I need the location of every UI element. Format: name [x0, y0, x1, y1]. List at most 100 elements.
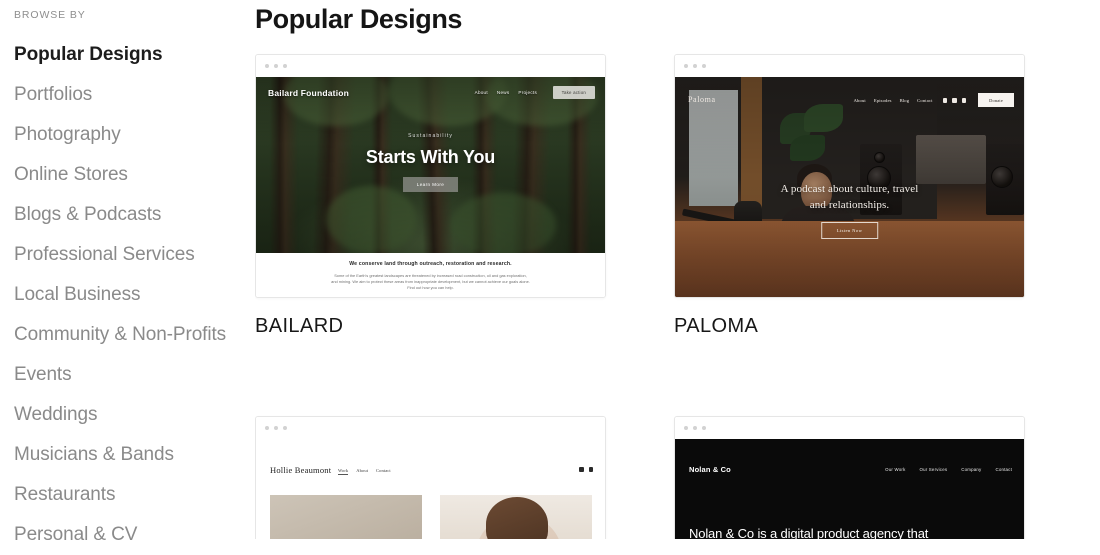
instagram-icon [943, 98, 948, 103]
grid-row-spacer [255, 338, 1025, 416]
bailard-logo: Bailard Foundation [268, 88, 349, 98]
template-card-nolan[interactable]: Nolan & Co Our Work Our Services Company… [674, 416, 1025, 539]
hollie-nav-item-contact: Contact [376, 468, 391, 475]
sidebar-item-restaurants[interactable]: Restaurants [0, 475, 255, 515]
template-card-bailard[interactable]: Bailard Foundation About News Projects T… [255, 54, 606, 298]
paloma-headline: A podcast about culture, travel and rela… [675, 181, 1024, 213]
chrome-dot-green-icon [283, 426, 287, 430]
nolan-hero: Nolan & Co Our Work Our Services Company… [675, 439, 1024, 539]
hollie-social-icons [579, 467, 593, 472]
bailard-subhead: We conserve land through outreach, resto… [256, 261, 605, 267]
nolan-nav-item-our-work: Our Work [885, 467, 905, 472]
paloma-headline-line2: and relationships. [675, 197, 1024, 213]
sidebar: BROWSE BY Popular Designs Portfolios Pho… [0, 0, 255, 539]
chrome-dot-red-icon [684, 426, 688, 430]
paloma-nav-item-blog: Blog [900, 98, 910, 103]
sidebar-item-weddings[interactable]: Weddings [0, 395, 255, 435]
bailard-nav-item-about: About [475, 90, 488, 95]
template-title-bailard: BAILARD [255, 314, 606, 338]
sidebar-item-personal-cv[interactable]: Personal & CV [0, 515, 255, 555]
hollie-model-hair [486, 497, 548, 539]
paloma-logo: Paloma [688, 95, 716, 104]
sidebar-item-events[interactable]: Events [0, 355, 255, 395]
template-browser-page: BROWSE BY Popular Designs Portfolios Pho… [0, 0, 1100, 539]
bailard-paragraph: Some of the Earth's greatest landscapes … [331, 273, 531, 292]
template-preview-paloma: Paloma About Episodes Blog Contact [675, 77, 1024, 298]
bailard-eyebrow: Sustainability [256, 133, 605, 139]
browser-chrome-bar [675, 417, 1024, 439]
chrome-dot-yellow-icon [693, 426, 697, 430]
bailard-learn-more-button: Learn More [403, 177, 459, 192]
chrome-dot-yellow-icon [693, 64, 697, 68]
paloma-donate-button: Donate [978, 93, 1014, 107]
sidebar-heading: BROWSE BY [0, 0, 255, 22]
nolan-headline-line1: Nolan & Co is a digital product agency t… [689, 524, 1009, 539]
nolan-nav-item-our-services: Our Services [919, 467, 947, 472]
template-preview-hollie: Hollie Beaumont Work About Contact [256, 439, 605, 539]
sidebar-item-community-non-profits[interactable]: Community & Non-Profits [0, 315, 255, 355]
nolan-nav-item-company: Company [961, 467, 981, 472]
bailard-cta-button: Take action [553, 86, 595, 99]
hollie-logo: Hollie Beaumont [270, 465, 331, 475]
sidebar-category-list: Popular Designs Portfolios Photography O… [0, 22, 255, 555]
sidebar-item-popular-designs[interactable]: Popular Designs [0, 35, 255, 75]
chrome-dot-red-icon [684, 64, 688, 68]
nolan-headline: Nolan & Co is a digital product agency t… [689, 524, 1009, 539]
template-preview-bailard: Bailard Foundation About News Projects T… [256, 77, 605, 298]
template-grid: Bailard Foundation About News Projects T… [255, 54, 1100, 539]
paloma-listen-now-button: Listen Now [821, 222, 879, 239]
template-cell-bailard: Bailard Foundation About News Projects T… [255, 54, 606, 338]
hollie-nav: Work About Contact [338, 468, 391, 475]
sidebar-item-local-business[interactable]: Local Business [0, 275, 255, 315]
hollie-image-left [270, 495, 422, 539]
chrome-dot-yellow-icon [274, 426, 278, 430]
hollie-nav-item-work: Work [338, 468, 348, 475]
paloma-hero-image: Paloma About Episodes Blog Contact [675, 77, 1024, 298]
browser-chrome-bar [675, 55, 1024, 77]
bailard-headline: Starts With You [256, 147, 605, 168]
hollie-nav-item-about: About [356, 468, 368, 475]
chrome-dot-green-icon [702, 426, 706, 430]
chrome-dot-green-icon [702, 64, 706, 68]
sidebar-item-online-stores[interactable]: Online Stores [0, 155, 255, 195]
template-cell-hollie: Hollie Beaumont Work About Contact [255, 416, 606, 539]
template-preview-nolan: Nolan & Co Our Work Our Services Company… [675, 439, 1024, 539]
page-title: Popular Designs [255, 3, 1100, 35]
bailard-nav: About News Projects [475, 90, 537, 95]
nolan-logo: Nolan & Co [689, 465, 731, 474]
hollie-image-right [440, 495, 592, 539]
sidebar-item-professional-services[interactable]: Professional Services [0, 235, 255, 275]
bailard-nav-item-projects: Projects [518, 90, 537, 95]
bailard-hero-image: Bailard Foundation About News Projects T… [256, 77, 605, 253]
paloma-nav: About Episodes Blog Contact [854, 98, 966, 103]
hollie-hero: Hollie Beaumont Work About Contact [256, 439, 605, 539]
bailard-nav-item-news: News [497, 90, 510, 95]
twitter-icon [589, 467, 594, 472]
paloma-headline-line1: A podcast about culture, travel [675, 181, 1024, 197]
paloma-social-icons [943, 98, 967, 103]
instagram-icon [579, 467, 584, 472]
paloma-nav-item-episodes: Episodes [874, 98, 892, 103]
youtube-icon [952, 98, 957, 103]
nolan-nav: Our Work Our Services Company Contact [885, 467, 1012, 472]
template-card-paloma[interactable]: Paloma About Episodes Blog Contact [674, 54, 1025, 298]
bailard-hero-content: Sustainability Starts With You Learn Mor… [256, 133, 605, 192]
facebook-icon [962, 98, 967, 103]
template-title-paloma: PALOMA [674, 314, 1025, 338]
template-card-hollie[interactable]: Hollie Beaumont Work About Contact [255, 416, 606, 539]
paloma-nav-item-about: About [854, 98, 866, 103]
chrome-dot-red-icon [265, 64, 269, 68]
sidebar-item-portfolios[interactable]: Portfolios [0, 75, 255, 115]
chrome-dot-red-icon [265, 426, 269, 430]
sidebar-item-blogs-podcasts[interactable]: Blogs & Podcasts [0, 195, 255, 235]
browser-chrome-bar [256, 417, 605, 439]
nolan-nav-item-contact: Contact [995, 467, 1012, 472]
paloma-nav-item-contact: Contact [917, 98, 932, 103]
sidebar-item-musicians-bands[interactable]: Musicians & Bands [0, 435, 255, 475]
main-content: Popular Designs [255, 0, 1100, 539]
bailard-body-section: We conserve land through outreach, resto… [256, 253, 605, 298]
sidebar-item-photography[interactable]: Photography [0, 115, 255, 155]
template-cell-paloma: Paloma About Episodes Blog Contact [674, 54, 1025, 338]
template-cell-nolan: Nolan & Co Our Work Our Services Company… [674, 416, 1025, 539]
chrome-dot-green-icon [283, 64, 287, 68]
